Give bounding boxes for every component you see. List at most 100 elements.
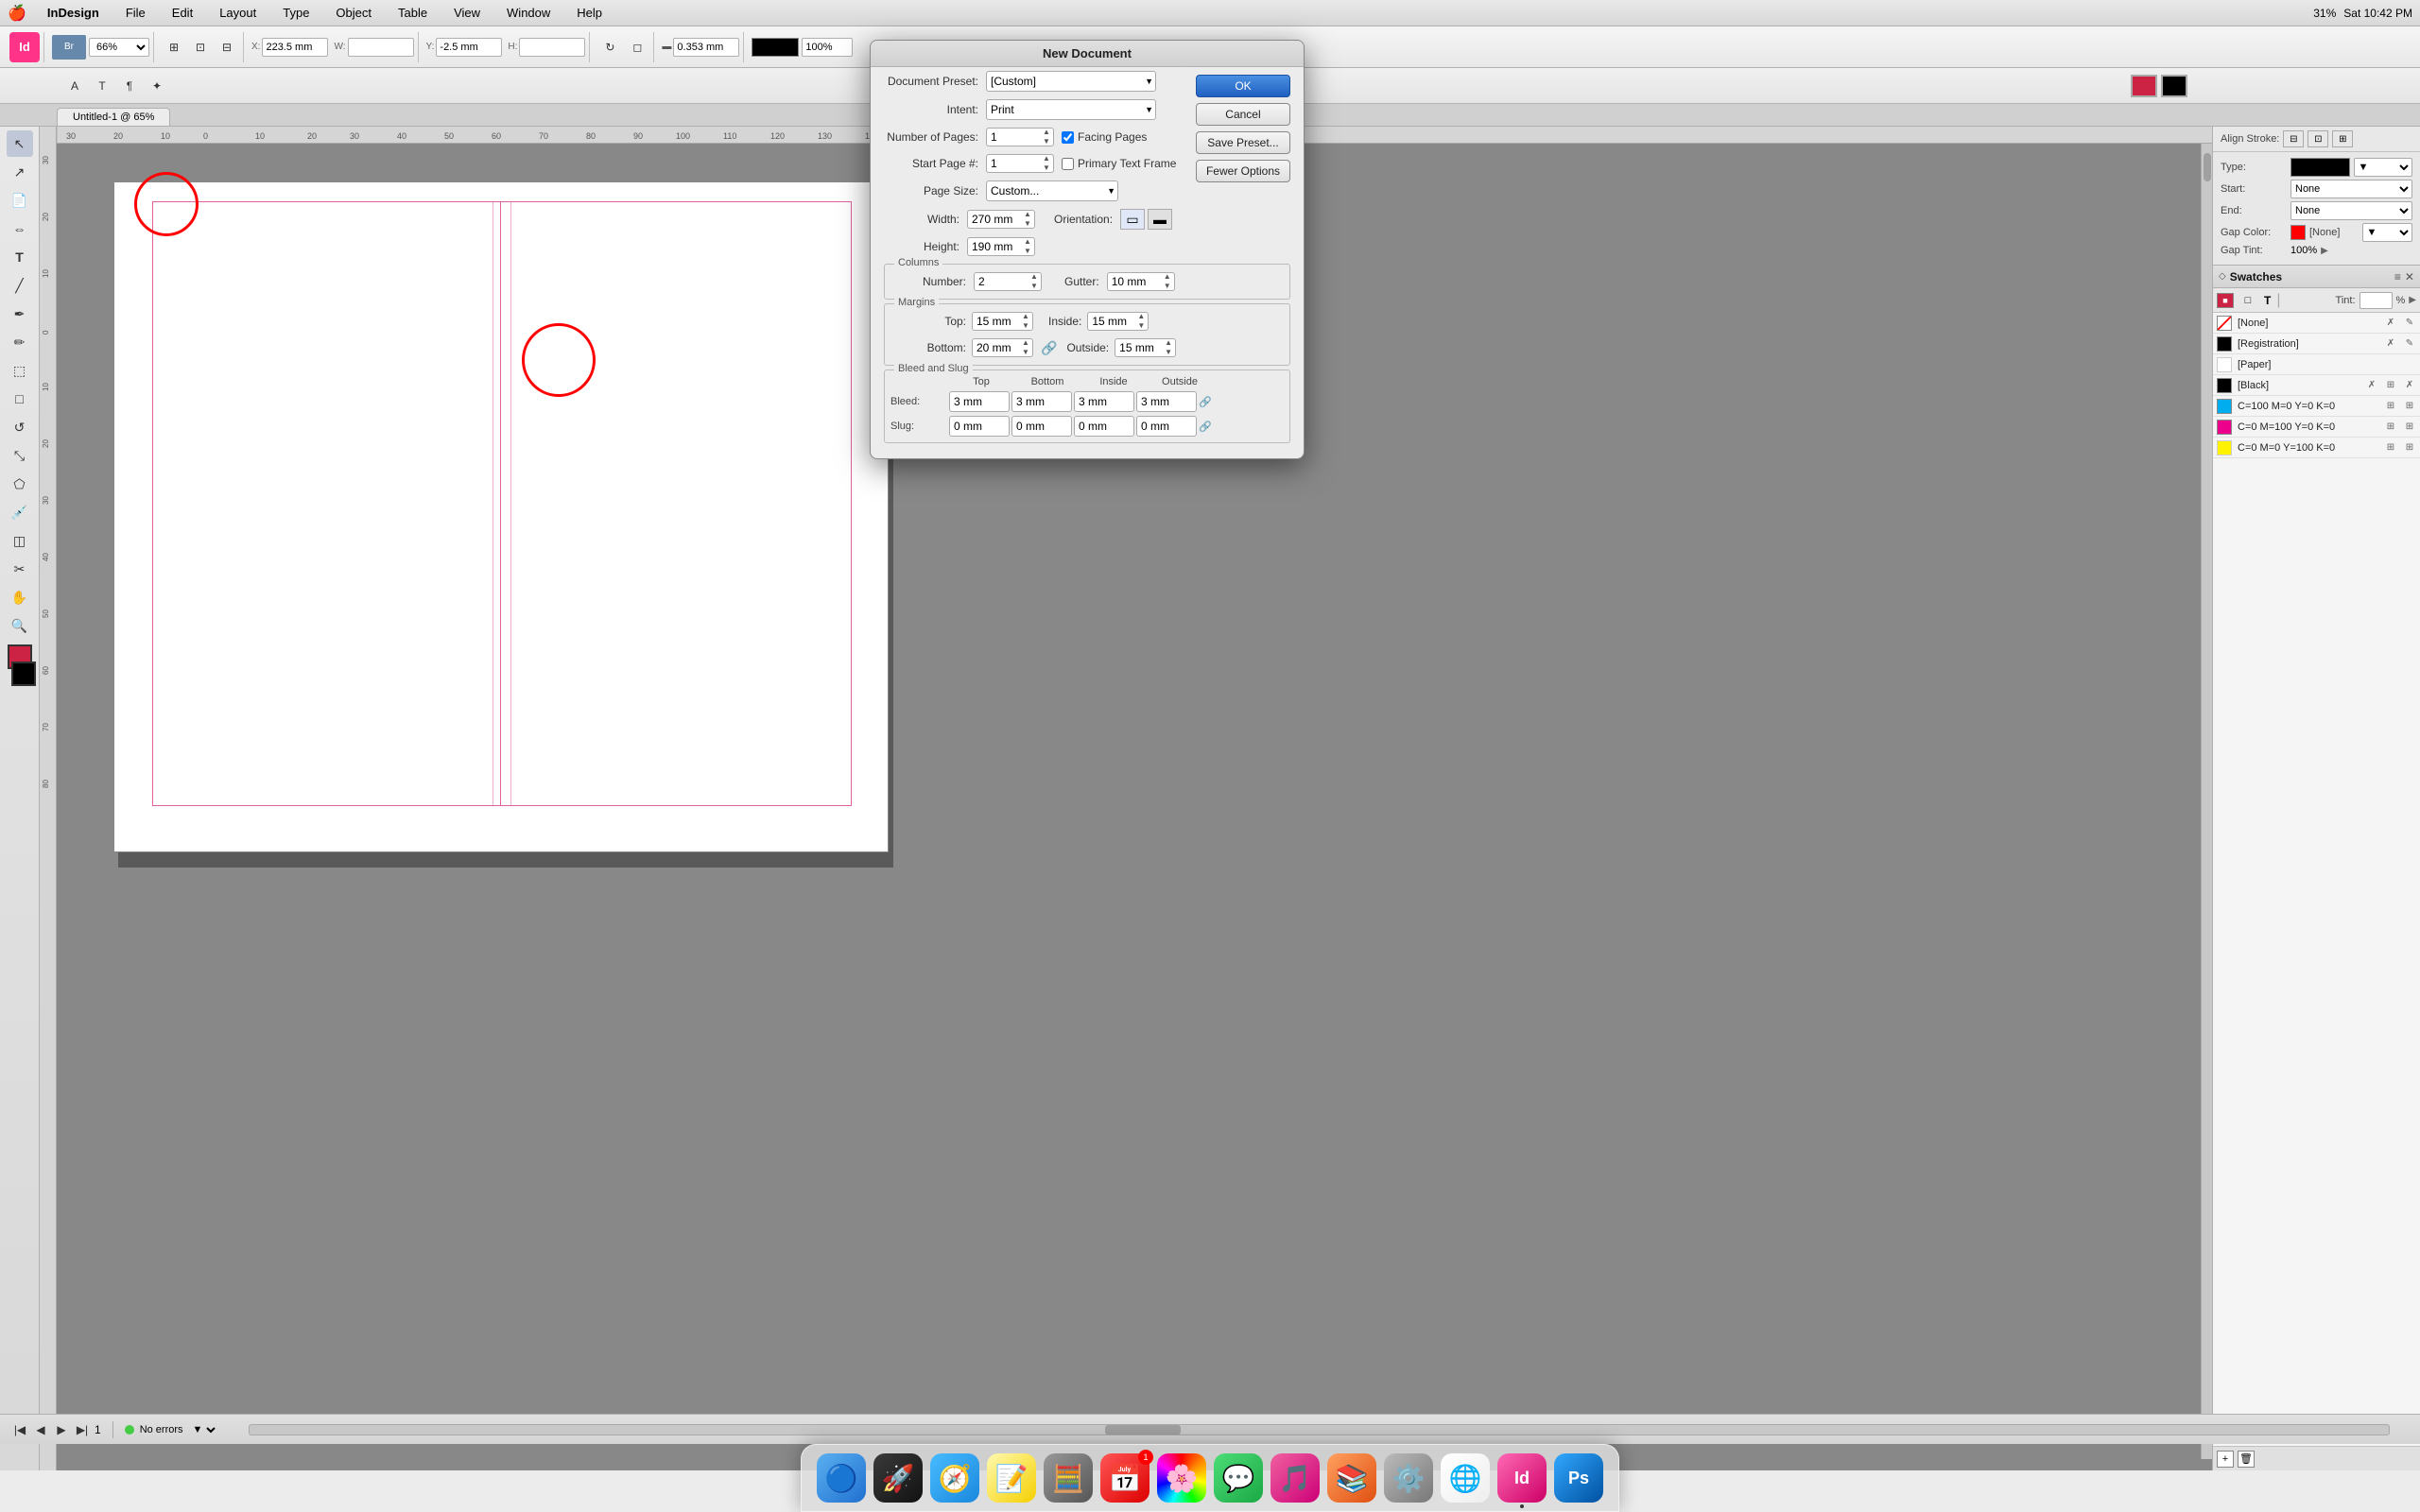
indesign-icon-btn[interactable]: Id (9, 32, 40, 62)
swatch-none-x[interactable]: ✗ (2384, 317, 2397, 330)
dock-books[interactable]: 📚 (1327, 1453, 1376, 1503)
file-menu[interactable]: File (120, 4, 151, 22)
slug-inside-input[interactable] (1074, 416, 1134, 437)
dock-chrome[interactable]: 🌐 (1441, 1453, 1490, 1503)
last-page-btn[interactable]: ▶| (74, 1421, 91, 1438)
swatches-close[interactable]: ✕ (2405, 270, 2414, 284)
top-up[interactable]: ▲ (1019, 312, 1032, 321)
hscrollbar[interactable] (249, 1424, 2390, 1435)
start-page-up[interactable]: ▲ (1040, 154, 1053, 163)
zoom-select[interactable]: 66% (89, 38, 149, 57)
layout-btn-3[interactable]: ⊟ (215, 35, 239, 60)
tb2-btn2[interactable]: T (90, 74, 114, 98)
help-menu[interactable]: Help (571, 4, 608, 22)
swatch-none[interactable]: [None] ✗ ✎ (2213, 313, 2420, 334)
dock-calendar[interactable]: 📅 1 (1100, 1453, 1150, 1503)
tb2-btn3[interactable]: ¶ (117, 74, 142, 98)
gutter-up[interactable]: ▲ (1161, 272, 1174, 282)
type-tool[interactable]: T (7, 244, 33, 270)
x-input[interactable] (262, 38, 328, 57)
portrait-btn[interactable]: ▭ (1120, 209, 1145, 230)
rect-frame-tool[interactable]: ⬚ (7, 357, 33, 384)
outside-down[interactable]: ▼ (1162, 348, 1175, 357)
swatch-black-edit[interactable]: ✗ (2403, 379, 2416, 392)
line-tool[interactable]: ╱ (7, 272, 33, 299)
swatch-reg-x[interactable]: ✗ (2384, 337, 2397, 351)
top-down[interactable]: ▼ (1019, 321, 1032, 331)
swatch-cyan[interactable]: C=100 M=0 Y=0 K=0 ⊞ ⊞ (2213, 396, 2420, 417)
bleed-bottom-input[interactable] (1011, 391, 1072, 412)
dock-photos[interactable]: 🌸 (1157, 1453, 1206, 1503)
direct-select-tool[interactable]: ↗ (7, 159, 33, 185)
dock-calc[interactable]: 🧮 (1044, 1453, 1093, 1503)
hand-tool[interactable]: ✋ (7, 584, 33, 610)
tb2-btn4[interactable]: ✦ (145, 74, 169, 98)
swatch-black[interactable]: [Black] ✗ ⊞ ✗ (2213, 375, 2420, 396)
swatch-cyan-edit[interactable]: ⊞ (2403, 400, 2416, 413)
bleed-outside-input[interactable] (1136, 391, 1197, 412)
stroke-color2[interactable] (2161, 75, 2187, 97)
type-menu[interactable]: Type (277, 4, 315, 22)
width-down[interactable]: ▼ (1021, 219, 1034, 229)
layout-menu[interactable]: Layout (214, 4, 262, 22)
dock-finder[interactable]: 🔵 (817, 1453, 866, 1503)
num-pages-up[interactable]: ▲ (1040, 128, 1053, 137)
layout-btn-2[interactable]: ⊡ (188, 35, 213, 60)
swatch-magenta[interactable]: C=0 M=100 Y=0 K=0 ⊞ ⊞ (2213, 417, 2420, 438)
fill-color[interactable] (2131, 75, 2157, 97)
h-input[interactable] (519, 38, 585, 57)
dock-photoshop[interactable]: Ps (1554, 1453, 1603, 1503)
cancel-button[interactable]: Cancel (1196, 103, 1290, 126)
main-tab[interactable]: Untitled-1 @ 65% (57, 108, 170, 126)
w-input[interactable] (348, 38, 414, 57)
new-swatch-btn[interactable]: + (2217, 1451, 2234, 1468)
pencil-tool[interactable]: ✏ (7, 329, 33, 355)
height-down[interactable]: ▼ (1021, 247, 1034, 256)
slug-chain[interactable]: 🔗 (1199, 421, 1212, 433)
hscroll-thumb[interactable] (1105, 1425, 1181, 1435)
dock-safari[interactable]: 🧭 (930, 1453, 979, 1503)
save-preset-button[interactable]: Save Preset... (1196, 131, 1290, 154)
tint-arrow[interactable]: ▶ (2409, 295, 2416, 305)
bottom-down[interactable]: ▼ (1019, 348, 1032, 357)
delete-swatch-btn[interactable]: 🗑 (2238, 1451, 2255, 1468)
gradient-tool[interactable]: ◫ (7, 527, 33, 554)
slug-bottom-input[interactable] (1011, 416, 1072, 437)
type-select[interactable]: ▼ (2354, 158, 2413, 177)
dock-itunes[interactable]: 🎵 (1270, 1453, 1320, 1503)
rotate-tool[interactable]: ↺ (7, 414, 33, 440)
prev-page-btn[interactable]: ◀ (32, 1421, 49, 1438)
eyedropper-tool[interactable]: 💉 (7, 499, 33, 525)
swatch-yellow-edit[interactable]: ⊞ (2403, 441, 2416, 455)
errors-select[interactable]: ▼ (189, 1423, 218, 1436)
pen-tool[interactable]: ✒ (7, 301, 33, 327)
height-up[interactable]: ▲ (1021, 237, 1034, 247)
ok-button[interactable]: OK (1196, 75, 1290, 97)
slug-top-input[interactable] (949, 416, 1010, 437)
scissors-tool[interactable]: ✂ (7, 556, 33, 582)
stroke-input[interactable] (673, 38, 739, 57)
outside-up[interactable]: ▲ (1162, 338, 1175, 348)
primary-text-checkbox[interactable] (1062, 158, 1074, 170)
shear-tool[interactable]: ⬠ (7, 471, 33, 497)
tb2-btn1[interactable]: A (62, 74, 87, 98)
app-name-menu[interactable]: InDesign (42, 4, 105, 22)
inside-down[interactable]: ▼ (1134, 321, 1148, 331)
swatch-reg-edit[interactable]: ✎ (2403, 337, 2416, 351)
first-page-btn[interactable]: |◀ (11, 1421, 28, 1438)
bleed-inside-input[interactable] (1074, 391, 1134, 412)
start-select[interactable]: None (2290, 180, 2412, 198)
swatch-yellow[interactable]: C=0 M=0 Y=100 K=0 ⊞ ⊞ (2213, 438, 2420, 458)
page[interactable] (113, 181, 889, 852)
bottom-up[interactable]: ▲ (1019, 338, 1032, 348)
gutter-down[interactable]: ▼ (1161, 282, 1174, 291)
intent-select[interactable]: Print (986, 99, 1156, 120)
end-select[interactable]: None (2290, 201, 2412, 220)
swatch-paper[interactable]: [Paper] (2213, 354, 2420, 375)
page-tool[interactable]: 📄 (7, 187, 33, 214)
bleed-top-input[interactable] (949, 391, 1010, 412)
zoom-tool[interactable]: 🔍 (7, 612, 33, 639)
num-pages-down[interactable]: ▼ (1040, 137, 1053, 146)
pct-input[interactable] (802, 38, 853, 57)
swatch-none-edit[interactable]: ✎ (2403, 317, 2416, 330)
